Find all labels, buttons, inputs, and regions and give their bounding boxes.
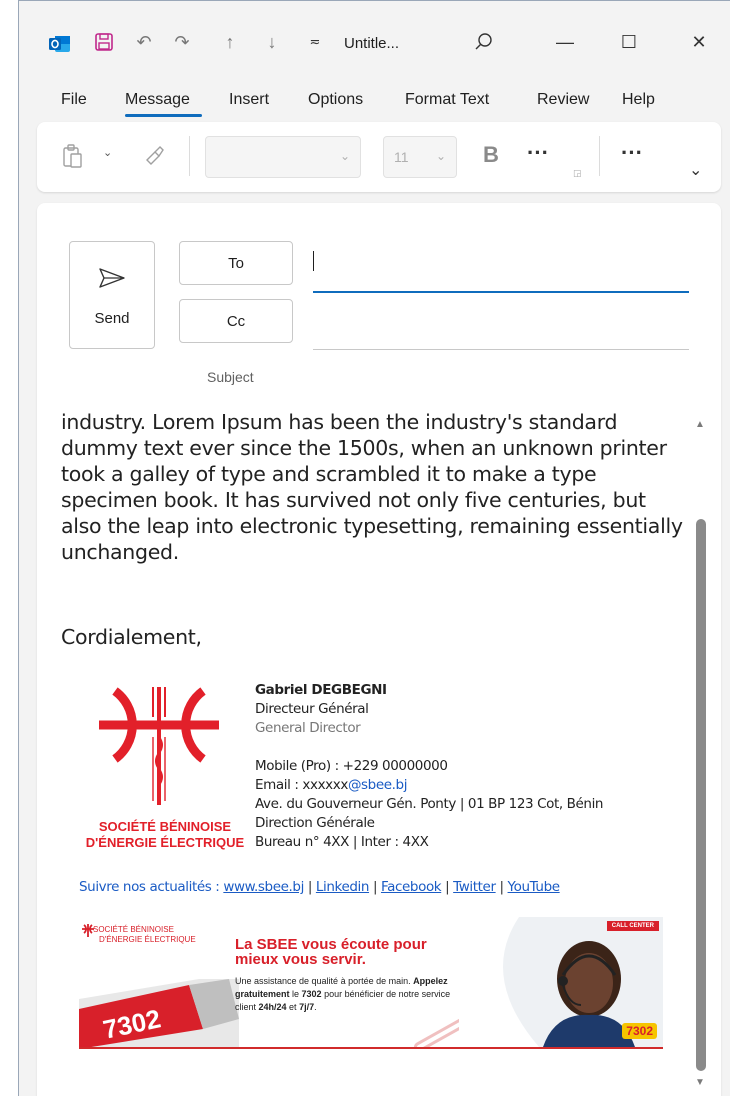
font-name-combo[interactable]: ⌄ (205, 136, 361, 178)
signature-title-en: General Director (255, 720, 361, 736)
tab-message[interactable]: Message (125, 91, 190, 109)
email-user: xxxxxx (302, 777, 348, 793)
banner-desc-part: Une assistance de qualité à portée de ma… (235, 976, 411, 986)
closing-text: Cordialement, (61, 625, 202, 649)
follow-label: Suivre nos actualités : (79, 879, 224, 895)
active-tab-indicator (125, 114, 202, 117)
banner-desc-part: et (286, 1002, 300, 1012)
link-separator: | (495, 879, 508, 895)
close-icon[interactable]: ✕ (679, 27, 719, 57)
paste-icon[interactable] (59, 142, 87, 172)
send-label: Send (94, 310, 130, 327)
linkedin-link[interactable]: Linkedin (316, 879, 370, 895)
signature-address: Ave. du Gouverneur Gén. Ponty | 01 BP 12… (255, 796, 604, 812)
banner-desc-part: le (289, 989, 302, 999)
facebook-link[interactable]: Facebook (381, 879, 442, 895)
link-separator: | (369, 879, 381, 895)
email-prefix: Email : (255, 777, 303, 793)
up-arrow-icon[interactable]: ↑ (219, 31, 241, 53)
logo-text-line1: SOCIÉTÉ BÉNINOISE (98, 819, 232, 834)
ribbon-separator (189, 136, 190, 176)
signature-title-fr: Directeur Général (255, 701, 369, 717)
twitter-link[interactable]: Twitter (453, 879, 496, 895)
banner-headline: La SBEE vous écoute pour mieux vous serv… (235, 937, 427, 967)
banner-headline-line1: La SBEE vous écoute pour (235, 936, 427, 953)
search-icon[interactable] (463, 27, 503, 57)
font-size-value: 11 (394, 149, 409, 165)
banner-logo-line2: D'ÉNERGIE ÉLECTRIQUE (99, 935, 196, 944)
customize-icon[interactable]: ≂ (304, 31, 326, 53)
signature-bureau: Bureau n° 4XX | Inter : 4XX (255, 834, 429, 850)
link-separator: | (441, 879, 454, 895)
send-button[interactable]: Send (69, 241, 155, 349)
signature-email: Email : xxxxxx@sbee.bj (255, 776, 603, 795)
chevron-down-icon: ⌄ (435, 149, 446, 163)
youtube-link[interactable]: YouTube (508, 879, 561, 895)
more-options-button[interactable]: ··· (621, 140, 643, 166)
signature-name: Gabriel DEGBEGNI (255, 682, 387, 698)
tab-format-text[interactable]: Format Text (405, 91, 489, 109)
scrollbar-thumb[interactable] (696, 519, 706, 1071)
message-body[interactable]: industry. Lorem Ipsum has been the indus… (61, 409, 691, 565)
cc-button[interactable]: Cc (179, 299, 293, 343)
window-title: Untitle... (344, 35, 400, 52)
banner-desc-bold: 7j/7 (299, 1002, 315, 1012)
logo-text-line2: D'ÉNERGIE ÉLECTRIQUE (85, 835, 245, 850)
outlook-icon (49, 36, 70, 52)
send-icon (99, 268, 125, 288)
tab-help[interactable]: Help (622, 91, 655, 109)
sbee-logo: SOCIÉTÉ BÉNINOISE D'ÉNERGIE ÉLECTRIQUE (75, 677, 255, 857)
signature-block: Gabriel DEGBEGNI Directeur Général Gener… (255, 681, 603, 852)
social-links: Suivre nos actualités : www.sbee.bj | Li… (79, 879, 560, 895)
save-icon[interactable] (93, 31, 115, 53)
scroll-up-icon[interactable]: ▲ (695, 419, 705, 430)
down-arrow-icon[interactable]: ↓ (261, 31, 283, 53)
tab-insert[interactable]: Insert (229, 91, 269, 109)
banner-logo-line1: SOCIÉTÉ BÉNINOISE (93, 925, 174, 934)
link-separator: | (303, 879, 316, 895)
format-painter-icon[interactable] (139, 142, 167, 170)
banner-logo-text: SOCIÉTÉ BÉNINOISE D'ÉNERGIE ÉLECTRIQUE (93, 925, 196, 945)
maximize-icon[interactable]: ☐ (609, 27, 649, 57)
banner-headline-line2: mieux vous servir. (235, 951, 366, 968)
tab-options[interactable]: Options (308, 91, 363, 109)
ribbon-separator (599, 136, 600, 176)
to-button[interactable]: To (179, 241, 293, 285)
redo-icon[interactable]: ↷ (171, 31, 193, 53)
signature-mobile: Mobile (Pro) : +229 00000000 (255, 758, 448, 774)
to-input[interactable] (313, 291, 689, 293)
scroll-down-icon[interactable]: ▼ (695, 1077, 705, 1088)
dialog-launcher-icon[interactable]: ◲ (573, 168, 582, 179)
call-center-tag: CALL CENTER (606, 921, 659, 931)
tab-review[interactable]: Review (537, 91, 589, 109)
banner-desc-part: . (314, 1002, 317, 1012)
font-size-combo[interactable]: 11 ⌄ (383, 136, 457, 178)
subject-label: Subject (207, 369, 254, 385)
call-center-banner[interactable]: SOCIÉTÉ BÉNINOISE D'ÉNERGIE ÉLECTRIQUE 7… (79, 917, 663, 1049)
banner-desc-bold: 24h/24 (258, 1002, 287, 1012)
more-format-button[interactable]: ··· (527, 140, 549, 166)
ribbon-tabs: File Message Insert Options Format Text … (19, 89, 730, 119)
email-domain-link[interactable]: @sbee.bj (348, 777, 408, 793)
text-cursor (313, 251, 314, 271)
website-link[interactable]: www.sbee.bj (223, 879, 304, 895)
number-badge: 7302 (622, 1023, 657, 1039)
chevron-down-icon: ⌄ (339, 149, 350, 163)
bold-button[interactable]: B (483, 142, 499, 168)
minimize-icon[interactable]: — (545, 27, 585, 57)
banner-desc-bold: 7302 (301, 989, 322, 999)
paste-dropdown-icon[interactable]: ⌄ (103, 146, 112, 159)
expand-ribbon-icon[interactable]: ⌄ (689, 160, 702, 180)
outlook-compose-window: ↶ ↷ ↑ ↓ ≂ Untitle... — ☐ ✕ File Message … (18, 0, 730, 1096)
ribbon-toolbar: ⌄ ⌄ 11 ⌄ B ··· ◲ ··· ⌄ (37, 122, 721, 192)
signature-direction: Direction Générale (255, 815, 375, 831)
undo-icon[interactable]: ↶ (133, 31, 155, 53)
tab-file[interactable]: File (61, 91, 87, 109)
title-bar: ↶ ↷ ↑ ↓ ≂ Untitle... — ☐ ✕ (19, 1, 730, 81)
cc-input[interactable] (313, 349, 689, 350)
